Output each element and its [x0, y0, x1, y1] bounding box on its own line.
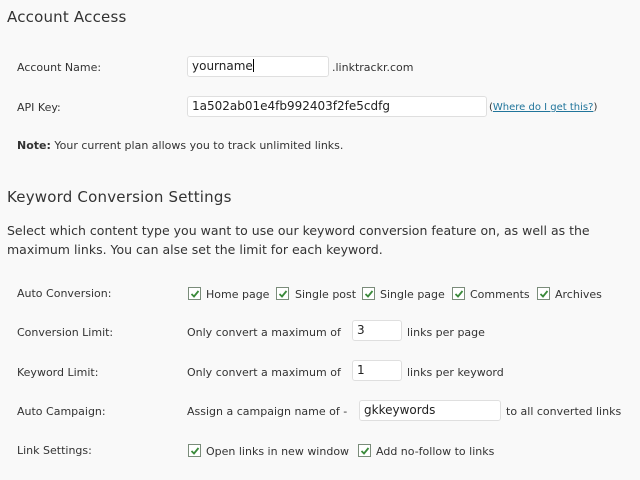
archives-checkbox[interactable]	[537, 287, 550, 300]
home-page-checkbox[interactable]	[188, 287, 201, 300]
account-access-heading: Account Access	[7, 8, 127, 26]
keyword-conversion-description: Select which content type you want to us…	[7, 223, 590, 257]
conversion-limit-input[interactable]: 3	[352, 320, 402, 341]
link-settings-label: Link Settings:	[17, 444, 92, 457]
api-key-label: API Key:	[17, 101, 61, 114]
auto-campaign-prefix: Assign a campaign name of -	[187, 405, 348, 418]
api-help-close-paren: )	[593, 102, 598, 113]
comments-label: Comments	[470, 288, 530, 301]
account-name-value: yourname	[192, 59, 253, 73]
api-key-help-link[interactable]: Where do I get this?	[493, 102, 594, 113]
conversion-limit-value: 3	[357, 323, 365, 337]
account-name-suffix: .linktrackr.com	[332, 61, 414, 74]
api-key-help: (Where do I get this?)	[489, 102, 597, 113]
checkmark-icon	[278, 290, 288, 298]
checkmark-icon	[454, 290, 464, 298]
keyword-limit-suffix: links per keyword	[407, 366, 504, 379]
no-follow-checkbox[interactable]	[358, 444, 371, 457]
checkmark-icon	[360, 447, 370, 455]
checkmark-icon	[364, 290, 374, 298]
account-name-input[interactable]: yourname	[187, 56, 329, 77]
conversion-limit-prefix: Only convert a maximum of	[187, 326, 341, 339]
api-key-value: 1a502ab01e4fb992403f2fe5cdfg	[192, 99, 390, 113]
checkmark-icon	[190, 447, 200, 455]
plan-note: Note: Your current plan allows you to tr…	[17, 139, 343, 152]
single-page-label: Single page	[380, 288, 445, 301]
home-page-label: Home page	[206, 288, 270, 301]
open-new-window-checkbox[interactable]	[188, 444, 201, 457]
keyword-conversion-heading: Keyword Conversion Settings	[7, 188, 232, 206]
account-name-label: Account Name:	[17, 61, 102, 74]
keyword-limit-label: Keyword Limit:	[17, 366, 99, 379]
campaign-name-input[interactable]: gkkeywords	[359, 400, 501, 421]
single-page-checkbox[interactable]	[362, 287, 375, 300]
archives-label: Archives	[555, 288, 602, 301]
text-caret	[252, 59, 254, 72]
single-post-checkbox[interactable]	[276, 287, 289, 300]
keyword-limit-input[interactable]: 1	[352, 360, 402, 381]
checkmark-icon	[539, 290, 549, 298]
campaign-name-value: gkkeywords	[364, 403, 436, 417]
single-post-label: Single post	[295, 288, 357, 301]
note-text: Your current plan allows you to track un…	[50, 139, 344, 152]
conversion-limit-label: Conversion Limit:	[17, 326, 114, 339]
auto-conversion-label: Auto Conversion:	[17, 287, 112, 300]
comments-checkbox[interactable]	[452, 287, 465, 300]
no-follow-label: Add no-follow to links	[376, 445, 495, 458]
open-new-window-label: Open links in new window	[206, 445, 350, 458]
api-key-input[interactable]: 1a502ab01e4fb992403f2fe5cdfg	[187, 96, 487, 117]
conversion-limit-suffix: links per page	[407, 326, 485, 339]
auto-campaign-suffix: to all converted links	[506, 405, 622, 418]
auto-campaign-label: Auto Campaign:	[17, 405, 106, 418]
keyword-limit-prefix: Only convert a maximum of	[187, 366, 341, 379]
note-label: Note:	[17, 139, 51, 152]
checkmark-icon	[190, 290, 200, 298]
keyword-limit-value: 1	[357, 363, 365, 377]
